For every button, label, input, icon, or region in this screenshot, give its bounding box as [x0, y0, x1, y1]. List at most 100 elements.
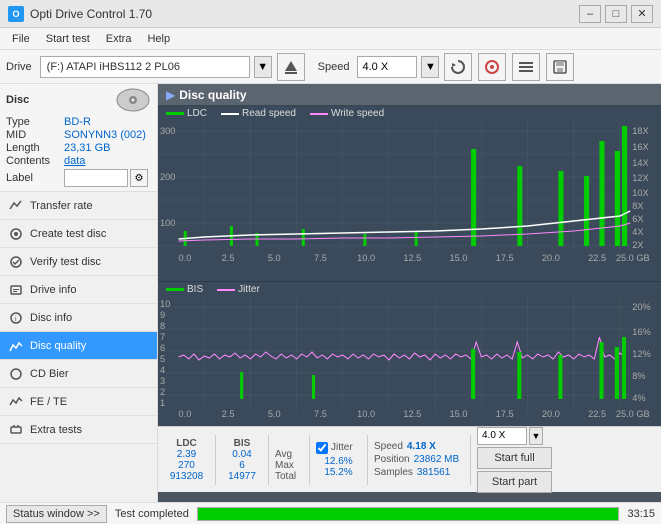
svg-text:2: 2 — [160, 387, 165, 397]
disc-info-icon: i — [8, 310, 24, 326]
start-full-button[interactable]: Start full — [477, 447, 552, 469]
sidebar-item-extra-tests[interactable]: Extra tests — [0, 416, 157, 444]
svg-text:15.0: 15.0 — [450, 253, 468, 263]
jitter-check-label: Jitter — [331, 442, 353, 453]
svg-text:16X: 16X — [632, 142, 648, 152]
svg-text:2X: 2X — [632, 240, 643, 250]
label-edit-button[interactable]: ⚙ — [130, 169, 148, 187]
menu-extra[interactable]: Extra — [98, 31, 140, 47]
legend-jitter: Jitter — [217, 284, 260, 295]
svg-text:17.5: 17.5 — [496, 253, 514, 263]
bottom-chart-svg: 10 9 8 7 6 5 4 3 2 1 20% 16% 12% 8% 4% 0… — [158, 297, 661, 422]
sidebar: Disc Type BD-R MID SONYNN3 (002) Length … — [0, 84, 158, 502]
svg-text:6: 6 — [160, 343, 165, 353]
sidebar-item-transfer-rate[interactable]: Transfer rate — [0, 192, 157, 220]
disc-quality-icon-btn[interactable] — [478, 53, 506, 81]
jitter-checkbox[interactable] — [316, 442, 328, 454]
maximize-button[interactable]: □ — [605, 5, 627, 23]
create-test-icon — [8, 226, 24, 242]
samples-lbl: Samples — [374, 467, 413, 478]
divider-2 — [268, 435, 269, 485]
svg-text:10.0: 10.0 — [357, 253, 375, 263]
settings-button[interactable] — [512, 53, 540, 81]
extra-tests-label: Extra tests — [30, 424, 82, 436]
svg-text:10.0: 10.0 — [357, 409, 375, 419]
svg-text:9: 9 — [160, 310, 165, 320]
main-area: Disc Type BD-R MID SONYNN3 (002) Length … — [0, 84, 661, 502]
divider-4 — [367, 435, 368, 485]
write-speed-legend-color — [310, 113, 328, 115]
label-input[interactable] — [64, 169, 128, 187]
speed-combo-arrow[interactable]: ▼ — [529, 427, 543, 445]
speed-combo[interactable]: 4.0 X — [477, 427, 527, 445]
label-key: Label — [6, 172, 64, 184]
avg-jitter: 12.6% — [324, 456, 352, 467]
speed-dropdown-arrow[interactable]: ▼ — [421, 56, 439, 78]
position-lbl: Position — [374, 454, 410, 465]
ldc-header: LDC — [176, 438, 197, 449]
ldc-stats: LDC 2.39 270 913208 — [164, 438, 209, 482]
row-labels: - Avg Max Total — [275, 438, 303, 482]
legend-ldc: LDC — [166, 108, 207, 119]
svg-text:7.5: 7.5 — [314, 253, 327, 263]
svg-text:4: 4 — [160, 365, 165, 375]
speed-lbl: Speed — [374, 441, 403, 452]
start-part-button[interactable]: Start part — [477, 471, 552, 493]
save-button[interactable] — [546, 53, 574, 81]
sidebar-item-cd-bier[interactable]: CD Bier — [0, 360, 157, 388]
menu-help[interactable]: Help — [139, 31, 178, 47]
sidebar-item-create-test-disc[interactable]: Create test disc — [0, 220, 157, 248]
total-ldc: 913208 — [170, 471, 203, 482]
fe-te-label: FE / TE — [30, 396, 67, 408]
top-chart-svg: 300 200 100 18X 16X 14X 12X 10X 8X 6X 4X… — [158, 121, 661, 266]
fe-te-icon — [8, 394, 24, 410]
mid-label: MID — [6, 129, 64, 141]
length-value: 23,31 GB — [64, 142, 110, 154]
svg-text:8X: 8X — [632, 201, 643, 211]
refresh-button[interactable] — [444, 53, 472, 81]
divider-1 — [215, 435, 216, 485]
samples-val: 381561 — [417, 467, 450, 478]
close-button[interactable]: ✕ — [631, 5, 653, 23]
svg-text:0.0: 0.0 — [179, 409, 192, 419]
avg-ldc: 2.39 — [177, 449, 196, 460]
svg-text:3: 3 — [160, 376, 165, 386]
status-window-button[interactable]: Status window >> — [6, 505, 107, 523]
svg-text:5.0: 5.0 — [268, 409, 281, 419]
verify-test-icon — [8, 254, 24, 270]
svg-text:300: 300 — [160, 126, 175, 136]
sidebar-item-verify-test-disc[interactable]: Verify test disc — [0, 248, 157, 276]
menu-start-test[interactable]: Start test — [38, 31, 98, 47]
eject-button[interactable] — [277, 53, 305, 81]
disc-info-label: Disc info — [30, 312, 72, 324]
menu-file[interactable]: File — [4, 31, 38, 47]
sidebar-item-disc-info[interactable]: i Disc info — [0, 304, 157, 332]
jitter-legend-color — [217, 289, 235, 291]
verify-test-label: Verify test disc — [30, 256, 101, 268]
drive-dropdown-arrow[interactable]: ▼ — [254, 56, 272, 78]
sidebar-item-disc-quality[interactable]: Disc quality — [0, 332, 157, 360]
speed-selector[interactable]: 4.0 X — [357, 56, 417, 78]
total-label: Total — [275, 471, 296, 482]
titlebar: O Opti Drive Control 1.70 – □ ✕ — [0, 0, 661, 28]
svg-text:10X: 10X — [632, 188, 648, 198]
svg-text:0.0: 0.0 — [179, 253, 192, 263]
drive-selector[interactable]: (F:) ATAPI iHBS112 2 PL06 — [40, 56, 250, 78]
status-time: 33:15 — [627, 508, 655, 520]
contents-value[interactable]: data — [64, 155, 85, 167]
svg-text:4X: 4X — [632, 227, 643, 237]
nav-items: Transfer rate Create test disc Verify te… — [0, 192, 157, 502]
sidebar-item-fe-te[interactable]: FE / TE — [0, 388, 157, 416]
svg-text:22.5: 22.5 — [588, 253, 606, 263]
sidebar-item-drive-info[interactable]: Drive info — [0, 276, 157, 304]
bottom-chart-container: BIS Jitter — [158, 281, 661, 426]
extra-tests-icon — [8, 422, 24, 438]
type-value: BD-R — [64, 116, 91, 128]
svg-text:20%: 20% — [632, 302, 650, 312]
total-bis: 14977 — [228, 471, 256, 482]
drive-info-label: Drive info — [30, 284, 76, 296]
speed-val: 4.18 X — [407, 441, 436, 452]
start-buttons-block: 4.0 X ▼ Start full Start part — [477, 427, 552, 493]
speed-label: Speed — [318, 61, 350, 73]
minimize-button[interactable]: – — [579, 5, 601, 23]
